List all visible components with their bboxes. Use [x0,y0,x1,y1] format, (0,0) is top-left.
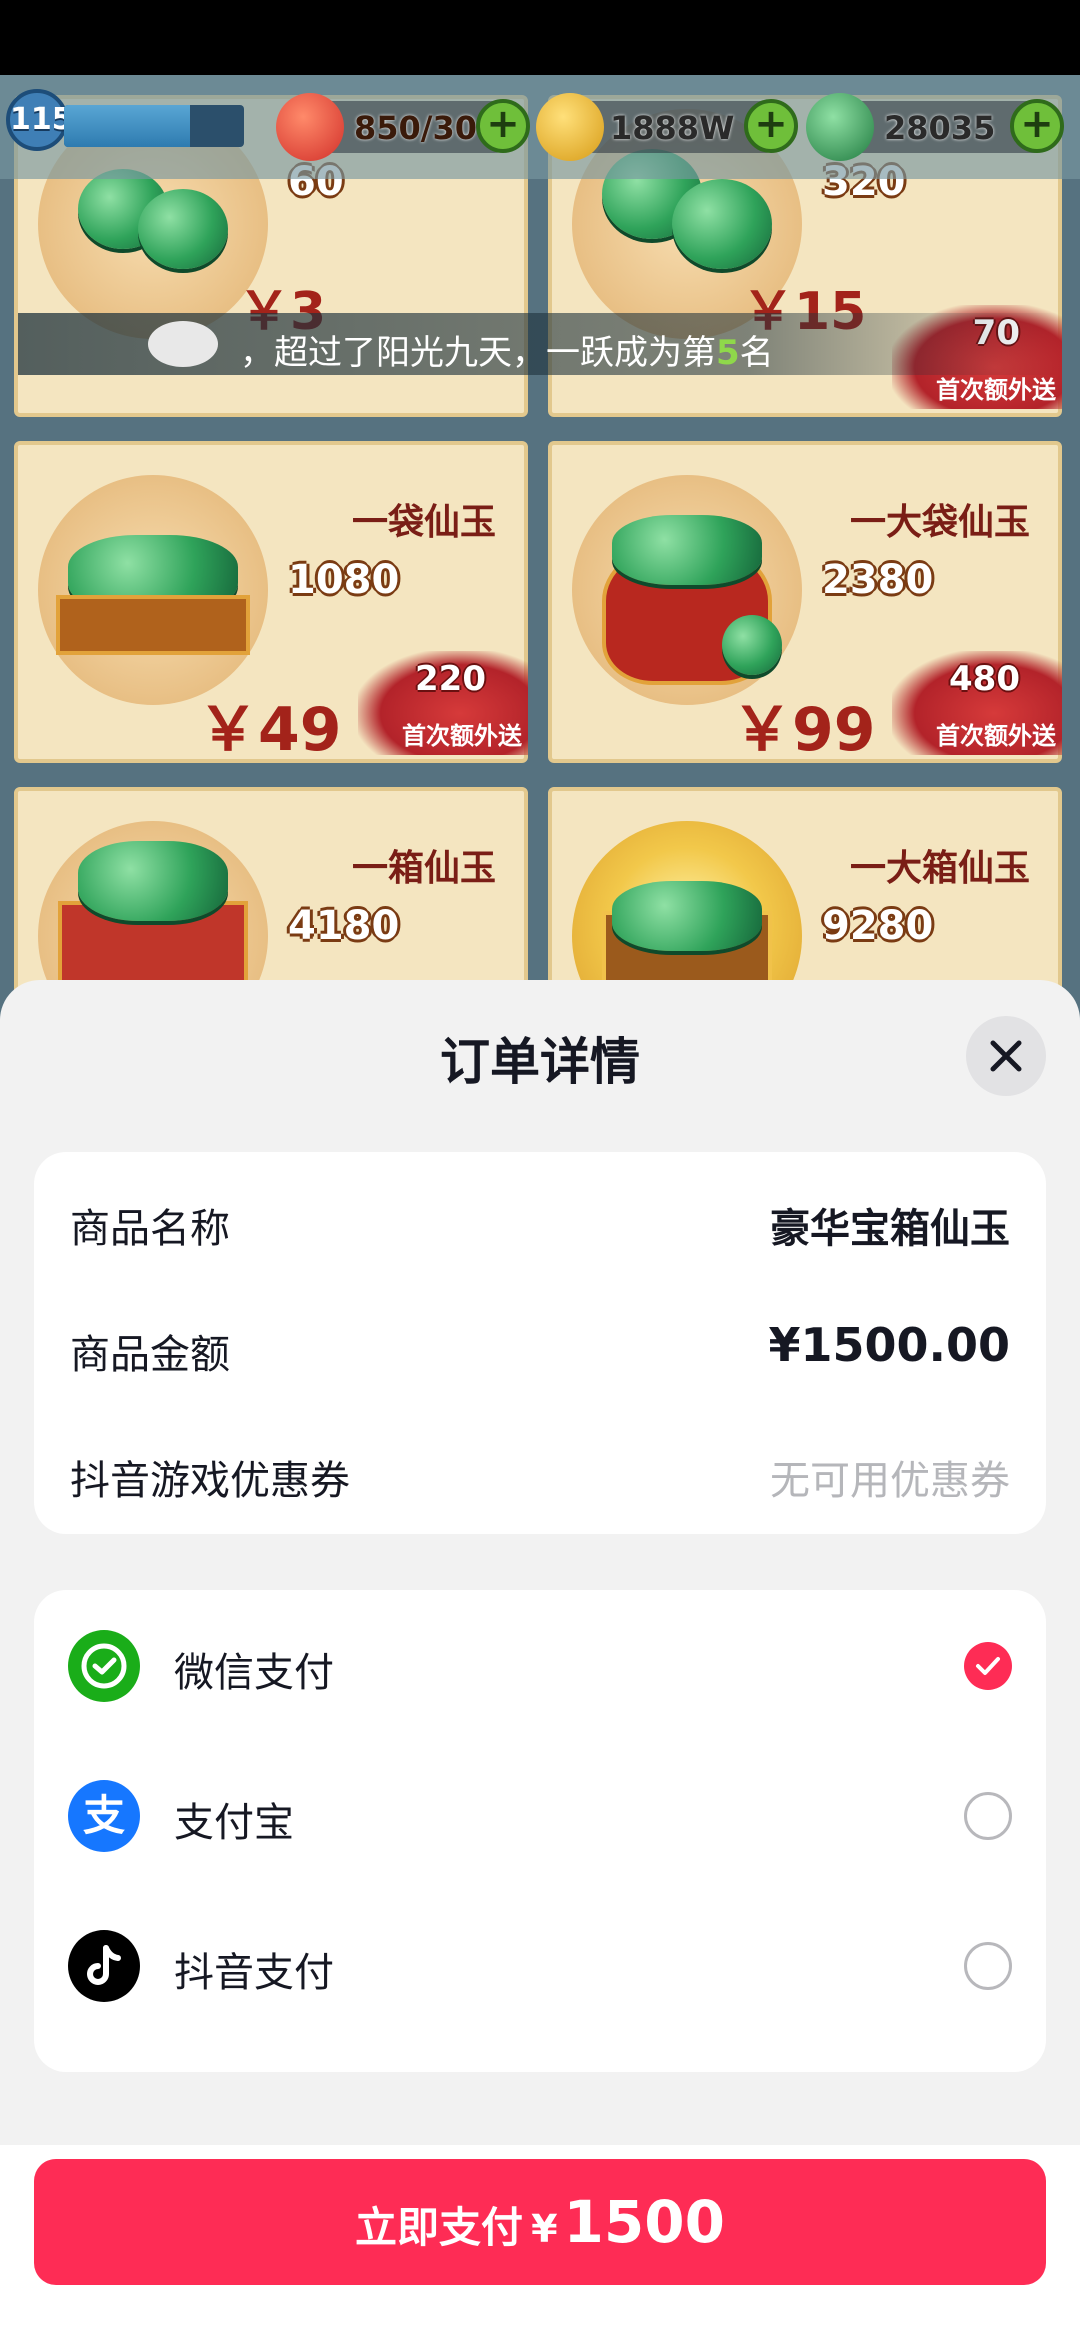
stamina-value: 850/30 [354,109,478,147]
payment-option-douyin[interactable]: 抖音支付 [34,1914,1046,2014]
exp-fill [64,105,190,147]
jade-pack-image [572,475,802,705]
pay-now-button[interactable]: 立即支付 ¥1500 [34,2159,1046,2285]
add-coins-button[interactable]: + [744,99,798,153]
level-badge: 115 [6,89,73,151]
product-name-value: 豪华宝箱仙玉 [770,1206,1010,1252]
trumpet-icon [148,321,218,367]
coupon-value: 无可用优惠券 [770,1458,1010,1504]
close-button[interactable] [966,1016,1046,1096]
card-price: ￥49 [198,695,342,765]
card-name: 一袋仙玉 [351,502,496,542]
peach-icon [276,93,344,161]
announcement-ticker: ，超过了阳光九天，一跃成为第5名 [18,313,1062,375]
jade-icon [806,93,874,161]
coupon-label: 抖音游戏优惠券 [70,1458,350,1504]
pay-now-currency: ¥ [531,2207,558,2251]
order-details-panel: 商品名称 豪华宝箱仙玉 商品金额 ¥1500.00 抖音游戏优惠券 无可用优惠券 [34,1152,1046,1534]
bonus-amount: 220 [415,659,486,699]
exp-bar [64,105,244,147]
card-price: ￥99 [732,695,876,765]
payment-option-alipay[interactable]: 支 支付宝 [34,1764,1046,1864]
ticker-rank: 5 [716,333,740,373]
card-name: 一大箱仙玉 [849,848,1030,888]
pay-now-amount: 1500 [563,2188,725,2256]
order-detail-sheet: 订单详情 商品名称 豪华宝箱仙玉 商品金额 ¥1500.00 抖音游戏优惠券 无… [0,980,1080,2340]
bonus-text: 首次额外送 [936,376,1056,404]
jade-pack-image [38,475,268,705]
shop-card[interactable]: 一大袋仙玉 2380 ￥99 480 首次额外送 [548,441,1062,765]
bonus-text: 首次额外送 [936,722,1056,750]
alipay-radio[interactable] [964,1792,1012,1840]
card-count: 4180 [288,903,400,949]
first-bonus-badge: 220 首次额外送 [358,651,528,755]
coins-resource: 1888W + [536,93,798,161]
douyin-pay-radio[interactable] [964,1942,1012,1990]
sheet-title: 订单详情 [440,1033,640,1091]
coin-icon [536,93,604,161]
shop-card[interactable]: 一袋仙玉 1080 ￥49 220 首次额外送 [14,441,528,765]
first-bonus-badge: 480 首次额外送 [892,651,1062,755]
ticker-text: ，超过了阳光九天，一跃成为第5名 [240,325,774,374]
jade-resource: 28035 + [806,93,1064,161]
check-icon [976,1657,1000,1675]
wechat-pay-radio[interactable] [964,1642,1012,1690]
close-icon [990,1040,1022,1072]
douyin-pay-icon [68,1930,140,2002]
alipay-icon: 支 [68,1780,140,1852]
card-name: 一箱仙玉 [351,848,496,888]
footer-bar: 立即支付 ¥1500 [0,2145,1080,2340]
alipay-label: 支付宝 [174,1800,294,1846]
ticker-prefix: ，超过了阳光九天，一跃成为第 [240,333,716,373]
svg-text:支: 支 [83,1791,125,1840]
stamina-resource: 850/30 + [276,93,530,161]
add-stamina-button[interactable]: + [476,99,530,153]
shop-card-grid: 60 ￥3 320 ￥15 70 首次额外送 [0,75,1080,1100]
card-count: 9280 [822,903,934,949]
screen: 115 850/30 + 1888W + 28035 + 60 ￥3 320 ￥… [0,0,1080,2340]
payment-methods-panel: 微信支付 支 支付宝 抖音支付 [34,1590,1046,2072]
payment-option-wechat[interactable]: 微信支付 [34,1614,1046,1714]
wechat-pay-icon [68,1630,140,1702]
coupon-row[interactable]: 抖音游戏优惠券 无可用优惠券 [34,1430,1046,1510]
status-bar [0,0,1080,75]
wechat-pay-label: 微信支付 [174,1650,334,1696]
bonus-amount: 480 [949,659,1020,699]
bonus-text: 首次额外送 [402,722,522,750]
product-amount-row: 商品金额 ¥1500.00 [34,1304,1046,1384]
pay-now-label: 立即支付 [355,2203,524,2252]
coins-value: 1888W [610,109,735,147]
card-name: 一大袋仙玉 [849,502,1030,542]
product-amount-label: 商品金额 [70,1332,230,1378]
game-shop-background: 115 850/30 + 1888W + 28035 + 60 ￥3 320 ￥… [0,75,1080,1100]
jade-value: 28035 [884,109,996,147]
product-amount-value: ¥1500.00 [768,1318,1010,1372]
game-hud: 115 850/30 + 1888W + 28035 + [0,75,1080,179]
ticker-suffix: 名 [739,333,774,373]
card-count: 1080 [288,557,400,603]
add-jade-button[interactable]: + [1010,99,1064,153]
card-count: 2380 [822,557,934,603]
product-name-row: 商品名称 豪华宝箱仙玉 [34,1178,1046,1258]
product-name-label: 商品名称 [70,1206,230,1252]
douyin-pay-label: 抖音支付 [174,1950,334,1996]
